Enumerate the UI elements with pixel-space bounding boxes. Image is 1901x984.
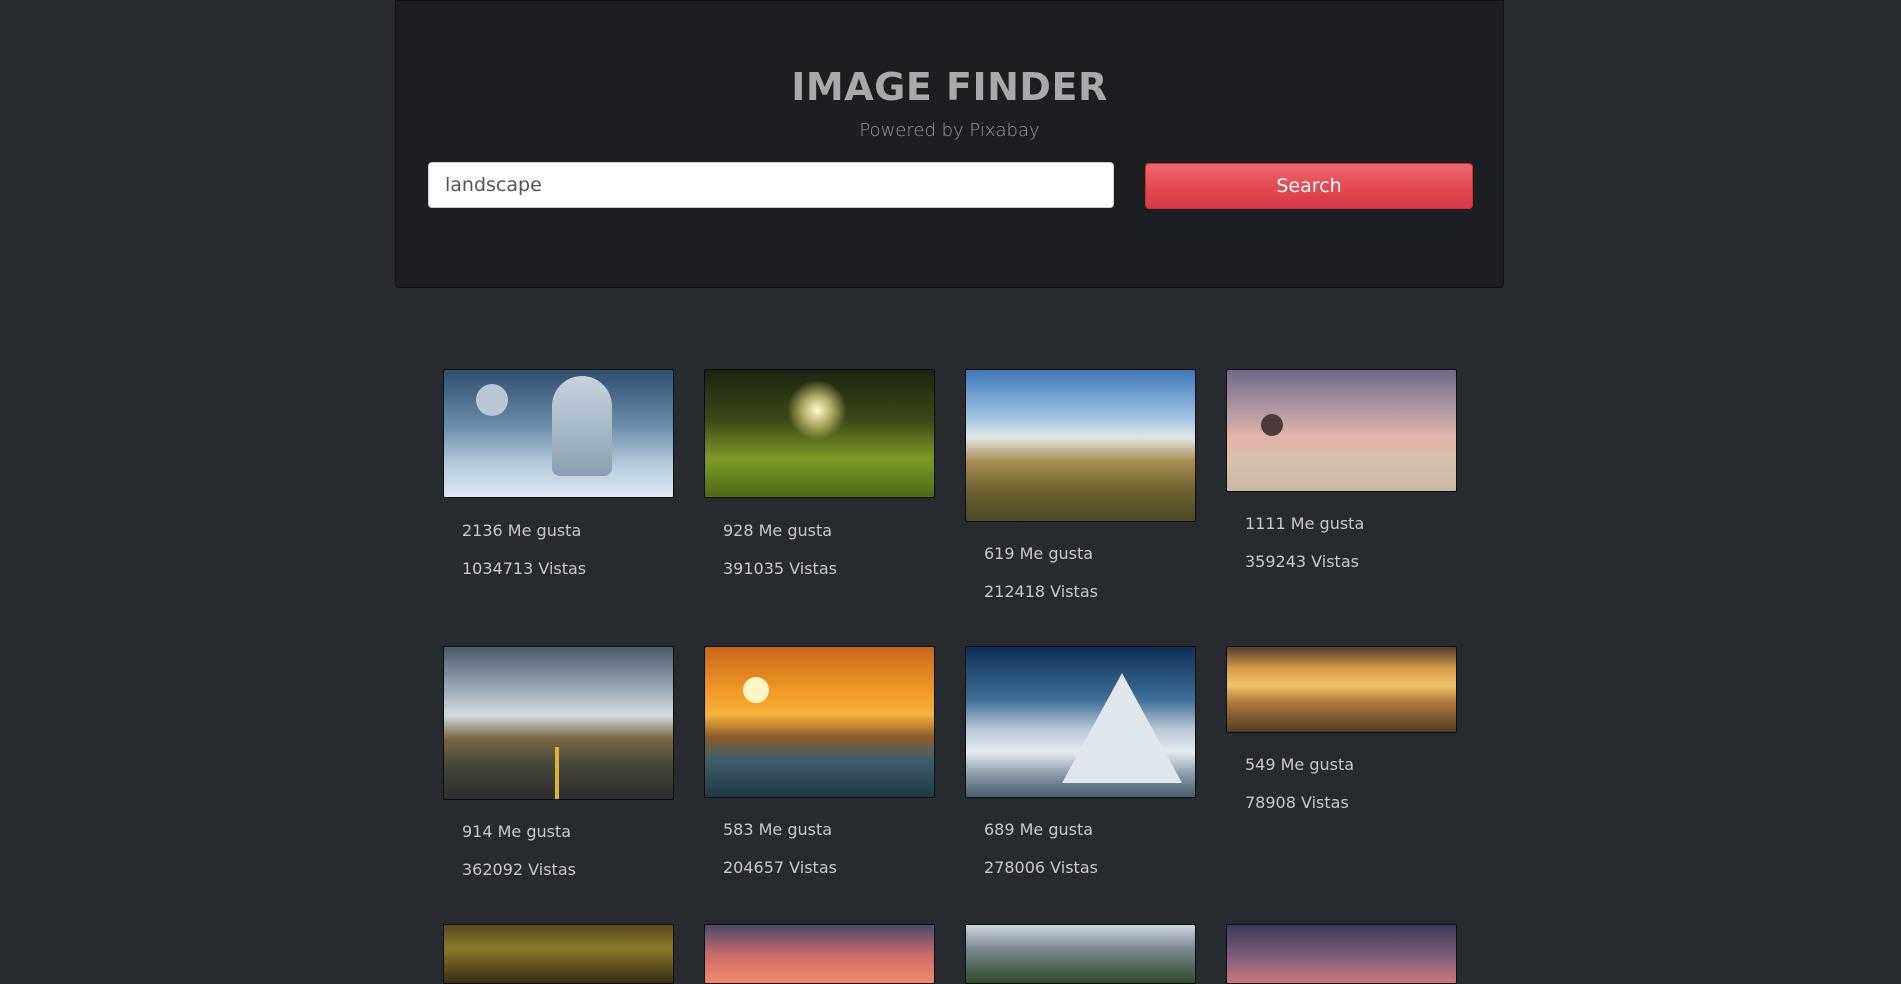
- views-count: 204657 Vistas: [723, 858, 837, 877]
- image-card[interactable]: 549 Me gusta 78908 Vistas: [1226, 646, 1457, 812]
- views-count: 212418 Vistas: [984, 582, 1098, 601]
- image-card[interactable]: 928 Me gusta 391035 Vistas: [704, 369, 935, 578]
- page-subtitle: Powered by Pixabay: [859, 120, 1040, 141]
- road-line: [555, 747, 559, 799]
- likes-count: 2136 Me gusta: [462, 521, 582, 540]
- image-card[interactable]: 619 Me gusta 212418 Vistas: [965, 369, 1196, 601]
- sun-shape: [743, 677, 769, 703]
- views-count: 362092 Vistas: [462, 860, 576, 879]
- image-card[interactable]: 689 Me gusta 278006 Vistas: [965, 646, 1196, 877]
- image-card[interactable]: [704, 924, 935, 984]
- image-thumbnail[interactable]: [443, 646, 674, 800]
- likes-count: 689 Me gusta: [984, 820, 1094, 839]
- image-thumbnail[interactable]: [1226, 369, 1457, 492]
- image-thumbnail[interactable]: [965, 369, 1196, 522]
- sun-glow: [787, 380, 847, 440]
- page-title: IMAGE FINDER: [791, 65, 1108, 109]
- views-count: 278006 Vistas: [984, 858, 1098, 877]
- image-thumbnail[interactable]: [443, 369, 674, 498]
- likes-count: 583 Me gusta: [723, 820, 833, 839]
- likes-count: 619 Me gusta: [984, 544, 1094, 563]
- image-thumbnail[interactable]: [965, 924, 1196, 984]
- image-card[interactable]: 1111 Me gusta 359243 Vistas: [1226, 369, 1457, 571]
- views-count: 1034713 Vistas: [462, 559, 587, 578]
- search-button[interactable]: Search: [1145, 163, 1473, 209]
- image-card[interactable]: 2136 Me gusta 1034713 Vistas: [443, 369, 674, 578]
- image-card[interactable]: 583 Me gusta 204657 Vistas: [704, 646, 935, 877]
- image-card[interactable]: [1226, 924, 1457, 984]
- statue-shape: [552, 376, 612, 476]
- image-thumbnail[interactable]: [965, 646, 1196, 798]
- likes-count: 1111 Me gusta: [1245, 514, 1365, 533]
- search-header-panel: IMAGE FINDER Powered by Pixabay Search: [395, 0, 1504, 288]
- image-thumbnail[interactable]: [704, 646, 935, 798]
- image-card[interactable]: 914 Me gusta 362092 Vistas: [443, 646, 674, 879]
- likes-count: 928 Me gusta: [723, 521, 833, 540]
- image-card[interactable]: [965, 924, 1196, 984]
- moon-shape: [476, 384, 508, 416]
- likes-count: 549 Me gusta: [1245, 755, 1355, 774]
- image-card[interactable]: [443, 924, 674, 984]
- views-count: 359243 Vistas: [1245, 552, 1359, 571]
- tree-shape: [1261, 414, 1283, 436]
- image-thumbnail[interactable]: [1226, 646, 1457, 733]
- mountain-shape: [1062, 673, 1182, 783]
- views-count: 391035 Vistas: [723, 559, 837, 578]
- image-thumbnail[interactable]: [704, 924, 935, 984]
- image-thumbnail[interactable]: [704, 369, 935, 498]
- image-thumbnail[interactable]: [1226, 924, 1457, 984]
- likes-count: 914 Me gusta: [462, 822, 572, 841]
- search-input[interactable]: [428, 162, 1114, 208]
- views-count: 78908 Vistas: [1245, 793, 1349, 812]
- image-thumbnail[interactable]: [443, 924, 674, 984]
